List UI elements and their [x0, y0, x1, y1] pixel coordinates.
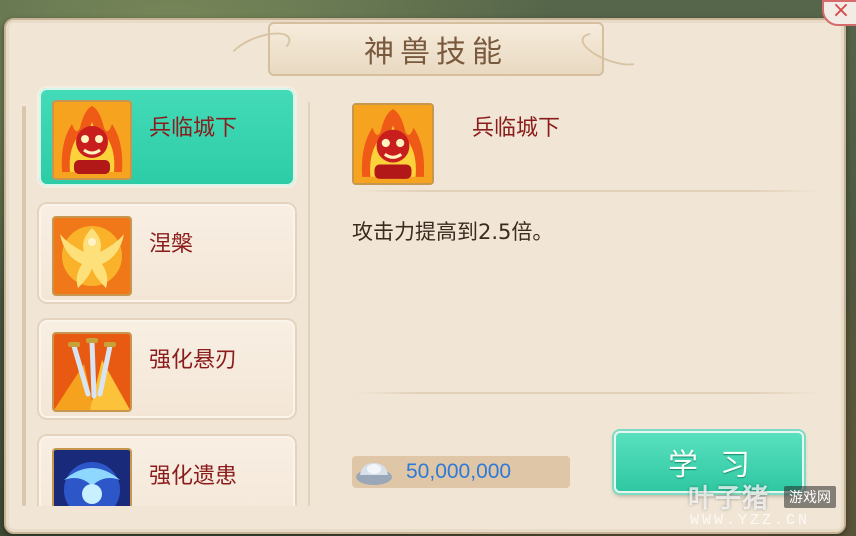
- close-button[interactable]: ×: [822, 0, 856, 26]
- phoenix-icon: [52, 216, 132, 296]
- cost-box: 50,000,000: [352, 456, 570, 488]
- flying-swords-icon: [52, 332, 132, 412]
- skill-item-label: 强化悬刃: [149, 348, 238, 373]
- watermark-tag: 游戏网: [784, 486, 836, 508]
- skill-item-label: 兵临城下: [149, 116, 238, 141]
- skill-item-qiang-hua-xuan-ren[interactable]: 强化悬刃: [37, 318, 297, 420]
- detail-divider-bottom: [352, 392, 822, 394]
- watermark-brand: 叶子猪: [688, 484, 770, 514]
- title-banner: 神兽技能: [268, 22, 604, 76]
- skill-item-label: 涅槃: [149, 232, 194, 257]
- skill-list-clip: 强化遗患: [37, 434, 297, 506]
- dialog-title: 神兽技能: [364, 35, 508, 70]
- skill-item-bing-lin-cheng-xia[interactable]: 兵临城下: [37, 86, 297, 188]
- skill-dialog: 神兽技能 兵临城下 涅槃 强化悬刃 强化遗患 兵临城下 攻击力提高到2.5倍。 …: [4, 18, 846, 534]
- skill-item-label: 强化遗患: [149, 464, 238, 489]
- skill-item-qiang-hua-yi-huan[interactable]: 强化遗患: [37, 434, 297, 506]
- fire-demon-icon: [352, 103, 434, 185]
- detail-divider: [352, 190, 822, 192]
- watermark-url: WWW.YZZ.CN: [690, 512, 811, 529]
- fire-demon-icon: [52, 100, 132, 180]
- blue-spirit-icon: [52, 448, 132, 506]
- watermark: 叶子猪 游戏网 WWW.YZZ.CN: [688, 476, 856, 536]
- silver-ingot-icon: [354, 457, 394, 487]
- detail-description: 攻击力提高到2.5倍。: [352, 220, 554, 244]
- cost-value: 50,000,000: [406, 460, 512, 483]
- skill-item-nie-pan[interactable]: 涅槃: [37, 202, 297, 304]
- detail-skill-name: 兵临城下: [472, 116, 561, 141]
